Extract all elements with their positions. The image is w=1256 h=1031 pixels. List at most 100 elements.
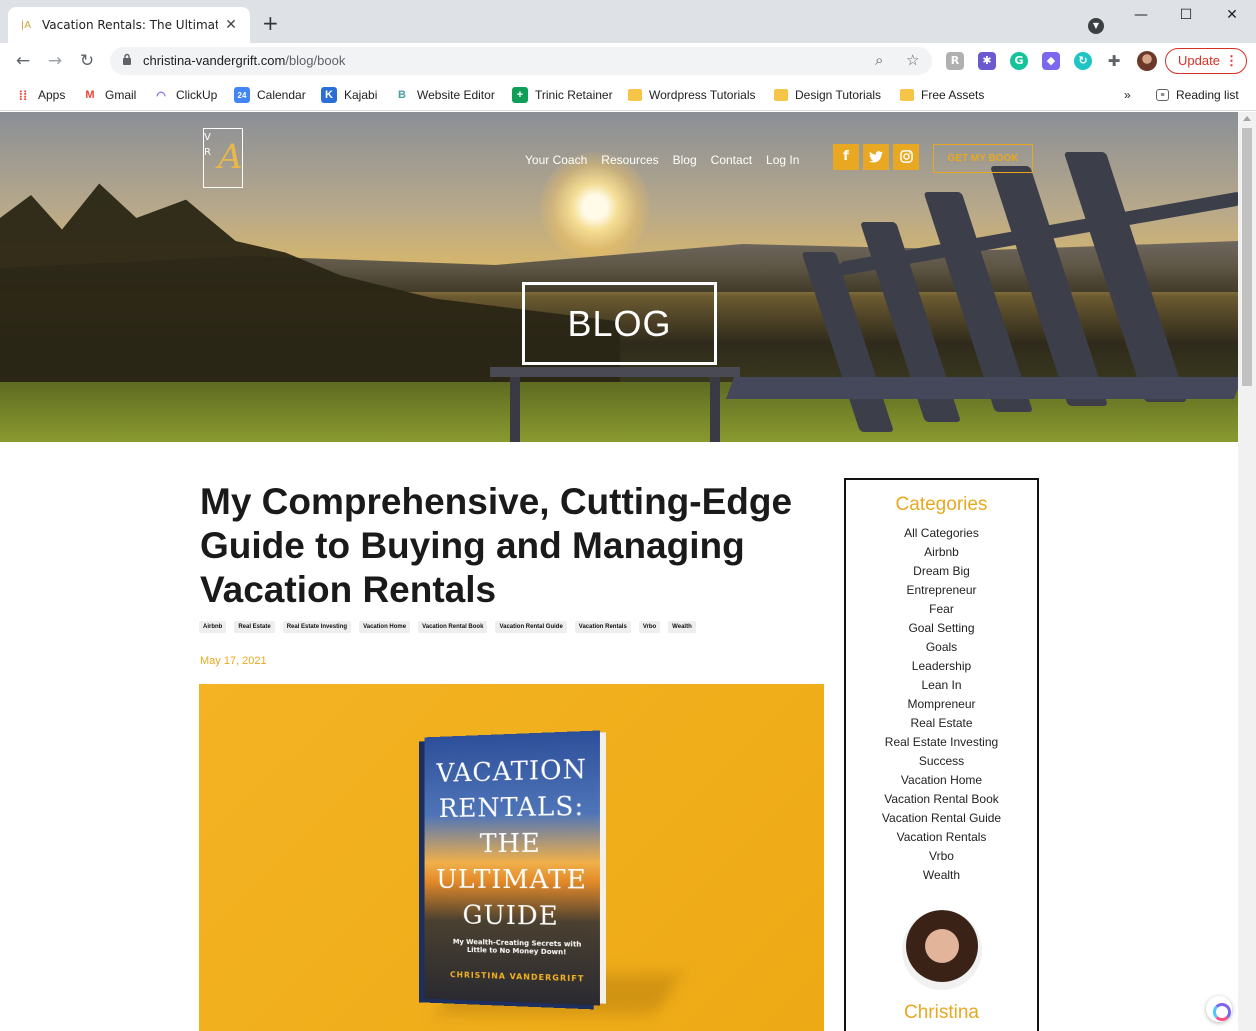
nav-your-coach[interactable]: Your Coach [525, 153, 587, 167]
page-scrollbar[interactable] [1238, 112, 1256, 1031]
grammarly-icon[interactable]: G [1010, 52, 1028, 70]
category-real-estate[interactable]: Real Estate [846, 714, 1037, 733]
author-name: Christina [846, 1002, 1037, 1024]
category-entrepreneur[interactable]: Entrepreneur [846, 581, 1037, 600]
lock-icon [122, 53, 132, 65]
tag-vacation-rental-guide[interactable]: Vacation Rental Guide [495, 621, 566, 633]
category-goal-setting[interactable]: Goal Setting [846, 619, 1037, 638]
scroll-up-icon[interactable] [1243, 116, 1251, 121]
chair-seat [726, 377, 1238, 399]
book-cover: VACATION RENTALS: THE ULTIMATE GUIDE My … [425, 730, 600, 1005]
browser-tab[interactable]: |A Vacation Rentals: The Ultimate Gu ✕ [8, 7, 250, 43]
author-avatar [902, 910, 982, 990]
bookmark-design-tutorials[interactable]: Design Tutorials [774, 86, 881, 104]
table-silhouette [490, 367, 740, 442]
book-subtitle: My Wealth-Creating Secrets with Little t… [443, 938, 591, 957]
category-leadership[interactable]: Leadership [846, 657, 1037, 676]
tab-search-icon[interactable]: ▼ [1088, 18, 1104, 34]
bookmark-wordpress-tutorials[interactable]: Wordpress Tutorials [628, 86, 755, 104]
reload-icon[interactable]: ↻ [76, 50, 98, 72]
folder-icon [628, 89, 642, 101]
url-text: christina-vandergrift.com/blog/book [143, 53, 345, 68]
category-vacation-rentals[interactable]: Vacation Rentals [846, 828, 1037, 847]
clickup-floating-icon[interactable] [1206, 996, 1232, 1022]
category-real-estate-investing[interactable]: Real Estate Investing [846, 733, 1037, 752]
window-close-icon[interactable]: ✕ [1209, 0, 1255, 30]
nav-log-in[interactable]: Log In [766, 153, 799, 167]
kajabi-icon: K [321, 87, 337, 103]
tag-real-estate[interactable]: Real Estate [234, 621, 274, 633]
get-my-book-button[interactable]: GET MY BOOK [933, 144, 1033, 173]
bookmark-trinic-retainer[interactable]: + Trinic Retainer [512, 86, 613, 104]
forward-icon[interactable]: → [44, 50, 66, 72]
category-vacation-rental-book[interactable]: Vacation Rental Book [846, 790, 1037, 809]
bookmark-gmail[interactable]: M Gmail [82, 86, 136, 104]
extension-r-icon[interactable]: R [946, 52, 964, 70]
tab-close-icon[interactable]: ✕ [222, 16, 240, 34]
bookmark-website-editor[interactable]: B Website Editor [394, 86, 495, 104]
category-airbnb[interactable]: Airbnb [846, 543, 1037, 562]
post-date: May 17, 2021 [200, 655, 267, 667]
update-button[interactable]: Update ⋮ [1165, 48, 1247, 74]
category-wealth[interactable]: Wealth [846, 866, 1037, 885]
sheets-icon: + [512, 87, 528, 103]
category-vrbo[interactable]: Vrbo [846, 847, 1037, 866]
back-icon[interactable]: ← [12, 50, 34, 72]
facebook-icon[interactable]: f [833, 144, 859, 170]
extension-gear-icon[interactable]: ✱ [978, 52, 996, 70]
category-fear[interactable]: Fear [846, 600, 1037, 619]
reading-list-icon: ≡ [1156, 89, 1169, 101]
category-list: All Categories Airbnb Dream Big Entrepre… [846, 524, 1037, 885]
tag-airbnb[interactable]: Airbnb [199, 621, 226, 633]
tag-vacation-rentals[interactable]: Vacation Rentals [575, 621, 631, 633]
new-tab-icon[interactable]: + [262, 14, 279, 32]
nav-blog[interactable]: Blog [673, 153, 697, 167]
maximize-icon[interactable]: ☐ [1163, 0, 1209, 30]
tag-vrbo[interactable]: Vrbo [639, 621, 660, 633]
address-bar[interactable]: christina-vandergrift.com/blog/book ⌕ ☆ [110, 47, 932, 75]
extension-refresh-icon[interactable]: ↻ [1074, 52, 1092, 70]
site-logo[interactable]: V R A [203, 128, 243, 188]
category-dream-big[interactable]: Dream Big [846, 562, 1037, 581]
browser-toolbar: ← → ↻ christina-vandergrift.com/blog/boo… [0, 43, 1256, 79]
tag-vacation-rental-book[interactable]: Vacation Rental Book [418, 621, 487, 633]
category-all[interactable]: All Categories [846, 524, 1037, 543]
category-vacation-rental-guide[interactable]: Vacation Rental Guide [846, 809, 1037, 828]
bookmark-free-assets[interactable]: Free Assets [900, 86, 984, 104]
category-mompreneur[interactable]: Mompreneur [846, 695, 1037, 714]
tag-vacation-home[interactable]: Vacation Home [359, 621, 410, 633]
twitter-icon[interactable] [863, 144, 889, 170]
bookmark-apps[interactable]: ⁞⁞ Apps [15, 86, 65, 104]
browser-tab-strip: |A Vacation Rentals: The Ultimate Gu ✕ +… [0, 0, 1256, 43]
bookmark-kajabi[interactable]: K Kajabi [321, 86, 377, 104]
folder-icon [774, 89, 788, 101]
scrollbar-thumb[interactable] [1242, 128, 1252, 386]
category-lean-in[interactable]: Lean In [846, 676, 1037, 695]
post-tags: Airbnb Real Estate Real Estate Investing… [199, 621, 704, 633]
site-favicon-icon: |A [18, 17, 34, 33]
book-author: CHRISTINA VANDERGRIFT [443, 970, 591, 984]
category-success[interactable]: Success [846, 752, 1037, 771]
tag-real-estate-investing[interactable]: Real Estate Investing [283, 621, 351, 633]
reading-list-button[interactable]: ≡ Reading list [1156, 86, 1239, 104]
zoom-icon[interactable]: ⌕ [875, 51, 883, 69]
nav-contact[interactable]: Contact [711, 153, 752, 167]
hero-title-box: BLOG [522, 282, 717, 365]
category-goals[interactable]: Goals [846, 638, 1037, 657]
nav-resources[interactable]: Resources [601, 153, 658, 167]
bookmark-star-icon[interactable]: ☆ [906, 51, 919, 69]
categories-heading: Categories [846, 494, 1037, 516]
calendar-icon: 24 [234, 87, 250, 103]
more-bookmarks-icon[interactable]: » [1124, 86, 1131, 104]
clickup-extension-icon[interactable]: ◆ [1042, 52, 1060, 70]
minimize-icon[interactable]: — [1118, 0, 1164, 30]
bookmark-calendar[interactable]: 24 Calendar [234, 86, 306, 104]
profile-avatar[interactable] [1137, 51, 1157, 71]
tag-wealth[interactable]: Wealth [668, 621, 696, 633]
instagram-icon[interactable] [893, 144, 919, 170]
bookmarks-bar: ⁞⁞ Apps M Gmail ◠ ClickUp 24 Calendar K Kajab… [0, 79, 1256, 111]
extensions-puzzle-icon[interactable]: ✚ [1105, 52, 1123, 70]
bookmark-clickup[interactable]: ◠ ClickUp [153, 86, 217, 104]
category-vacation-home[interactable]: Vacation Home [846, 771, 1037, 790]
menu-dots-icon[interactable]: ⋮ [1225, 49, 1238, 73]
